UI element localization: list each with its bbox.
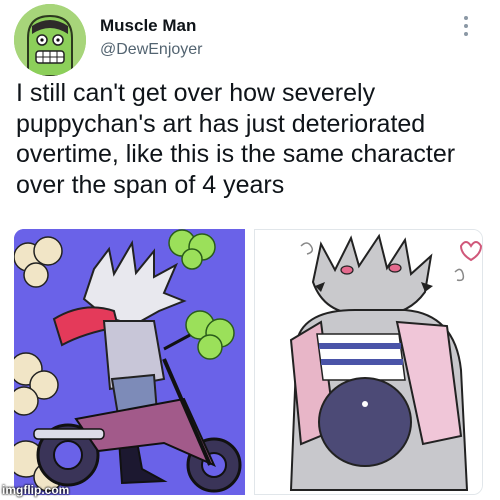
tweet-card: Muscle Man @DewEnjoyer I still can't get… bbox=[0, 0, 500, 500]
more-options-icon[interactable] bbox=[462, 16, 470, 38]
tweet-text: I still can't get over how severely pupp… bbox=[16, 79, 456, 199]
avatar-face-icon bbox=[14, 4, 86, 76]
wolf-character-illustration bbox=[255, 230, 482, 494]
display-name[interactable]: Muscle Man bbox=[100, 16, 196, 36]
imgflip-watermark: imgflip.com bbox=[2, 483, 70, 497]
user-avatar[interactable] bbox=[14, 4, 86, 76]
user-handle[interactable]: @DewEnjoyer bbox=[100, 41, 203, 59]
media-image-left[interactable] bbox=[14, 229, 245, 495]
motorcycle-character-illustration bbox=[14, 229, 245, 495]
media-image-right[interactable] bbox=[254, 229, 483, 495]
